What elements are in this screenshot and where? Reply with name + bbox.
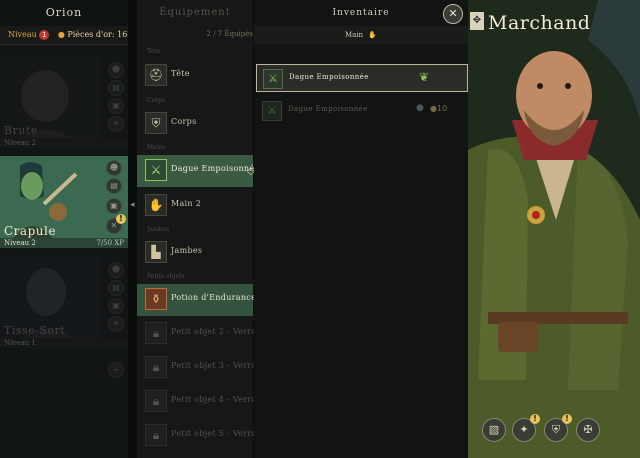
dagger-icon: ⚔ [263,69,283,89]
boots-icon: ▙ [145,241,167,263]
section-chest: Corps [147,97,165,104]
equip-slot-small-4: 🔒︎ Petit objet 4 - Verrouillé [137,386,275,418]
equip-slot-small-1[interactable]: ⚱ Potion d'Endurance [137,284,256,316]
dagger-icon: ⚔ [262,101,282,121]
lock-icon: 🔒︎ [145,424,167,446]
equipment-title: Équipement [159,7,231,18]
lock-icon: 🔒︎ [145,356,167,378]
hero-stats-icon[interactable]: ▤ [108,280,124,296]
equip-slot-head[interactable]: ⛑ Tête [137,60,253,92]
hero-card-crapule[interactable]: Crapule Niveau 2 7/50 XP ☻ ▤ ▣ ✕ ! [0,156,128,248]
hero-level-bar: Niveau 2 7/50 XP [0,238,128,248]
level-badge: 1 [39,30,50,40]
hero-inventory-icon[interactable]: ▣ [106,198,122,214]
section-hands: Mains [147,144,166,151]
hero-name: Crapule [4,224,56,238]
potion-icon: ⚱ [145,288,167,310]
merchant-emblem-icon: ✥ [470,12,484,30]
inventory-title: Inventaire [332,8,390,18]
item-price: ●10 [430,104,448,113]
hero-profile-icon[interactable]: ☻ [106,160,122,176]
hero-level: Niveau 2 [0,138,128,148]
armor-icon: ⛨ [145,112,167,134]
equipped-claw-icon: ❦ [419,70,430,84]
chat-icon: ● [416,103,424,113]
hero-card-tisse-sort[interactable]: Tisse-Sort Niveau 1 ☻ ▤ ▣ ✕ [0,256,128,348]
equipped-count: 2 / 7 Équipés [206,30,254,38]
lock-icon: 🔒︎ [145,322,167,344]
inventory-item[interactable]: ⚔ Dague Empoisonnée ● ●10 [256,97,466,123]
hero-inventory-icon[interactable]: ▣ [108,98,124,114]
section-small: Petits objets [147,273,185,280]
party-panel: Orion Niveau 1 ● Pièces d'or: 16 Brute N… [0,0,128,458]
section-legs: Jambes [147,226,170,233]
inventory-panel: Inventaire Main ✋ ⚔ Dague Empoisonnée ❦ … [254,0,468,458]
lock-icon: 🔒︎ [145,390,167,412]
equip-slot-small-2: 🔒︎ Petit objet 2 - Verrouillé [137,318,275,350]
inventory-item[interactable]: ⚔ Dague Empoisonnée ❦ [256,64,468,92]
hero-profile-icon[interactable]: ☻ [108,62,124,78]
hero-profile-icon[interactable]: ☻ [108,262,124,278]
collapse-left-arrow-icon[interactable]: ◂ [130,200,135,210]
hero-name: Tisse-Sort [4,324,66,337]
equip-slot-main-hand[interactable]: ⚔ Dague Empoisonnée [137,155,259,187]
inventory-filter: Main ✋ [254,26,468,44]
hero-skills-icon[interactable]: ✕ [108,116,124,132]
equip-slot-off-hand[interactable]: ✋ Main 2 [137,190,253,222]
party-title: Orion [0,0,128,26]
merchant-title: Marchand [488,12,591,34]
equipment-panel: Équipement 2 / 7 Équipés Tête ⛑ Tête Cor… [137,0,275,458]
hero-stats-icon[interactable]: ▤ [108,80,124,96]
coins-icon: ● [57,30,65,39]
dagger-icon: ⚔ [145,159,167,181]
map-icon[interactable]: ▧ [482,418,506,442]
alert-icon: ! [530,414,540,424]
coins-icon: ● [430,104,437,113]
level-label: Niveau [8,30,37,39]
alert-icon: ! [562,414,572,424]
equip-slot-small-3: 🔒︎ Petit objet 3 - Verrouillé [137,352,275,384]
hero-level: Niveau 2 [4,239,36,247]
hero-card-brute[interactable]: Brute Niveau 2 ☻ ▤ ▣ ✕ [0,56,128,148]
merchant-portrait [468,0,640,458]
add-hero-icon[interactable]: + [108,362,124,378]
close-button[interactable]: ✕ [443,4,463,24]
hero-xp: 7/50 XP [96,239,124,247]
hero-inventory-icon[interactable]: ▣ [108,298,124,314]
item-name: Dague Empoisonnée [289,73,369,81]
hero-skills-icon[interactable]: ✕ [108,316,124,332]
hero-stats-icon[interactable]: ▤ [106,178,122,194]
equip-slot-chest[interactable]: ⛨ Corps [137,108,253,140]
hero-level: Niveau 1 [0,338,128,348]
equip-slot-small-5: 🔒︎ Petit objet 5 - Verrouillé [137,420,275,452]
gold-label: Pièces d'or: 16 [67,30,128,39]
party-status-bar: Niveau 1 ● Pièces d'or: 16 [0,26,128,45]
equip-slot-legs[interactable]: ▙ Jambes [137,237,253,269]
tree-icon[interactable]: ✠ [576,418,600,442]
hero-name: Brute [4,124,38,137]
merchant-panel: ✥ Marchand ▧ ✦ ! ⛨ ! ✠ [468,0,640,458]
helmet-icon: ⛑ [145,64,167,86]
hand-icon: ✋ [145,194,167,216]
alert-icon: ! [116,214,126,224]
hand-filter-icon: ✋ [368,31,378,39]
item-name: Dague Empoisonnée [288,105,368,113]
section-head: Tête [147,48,161,55]
